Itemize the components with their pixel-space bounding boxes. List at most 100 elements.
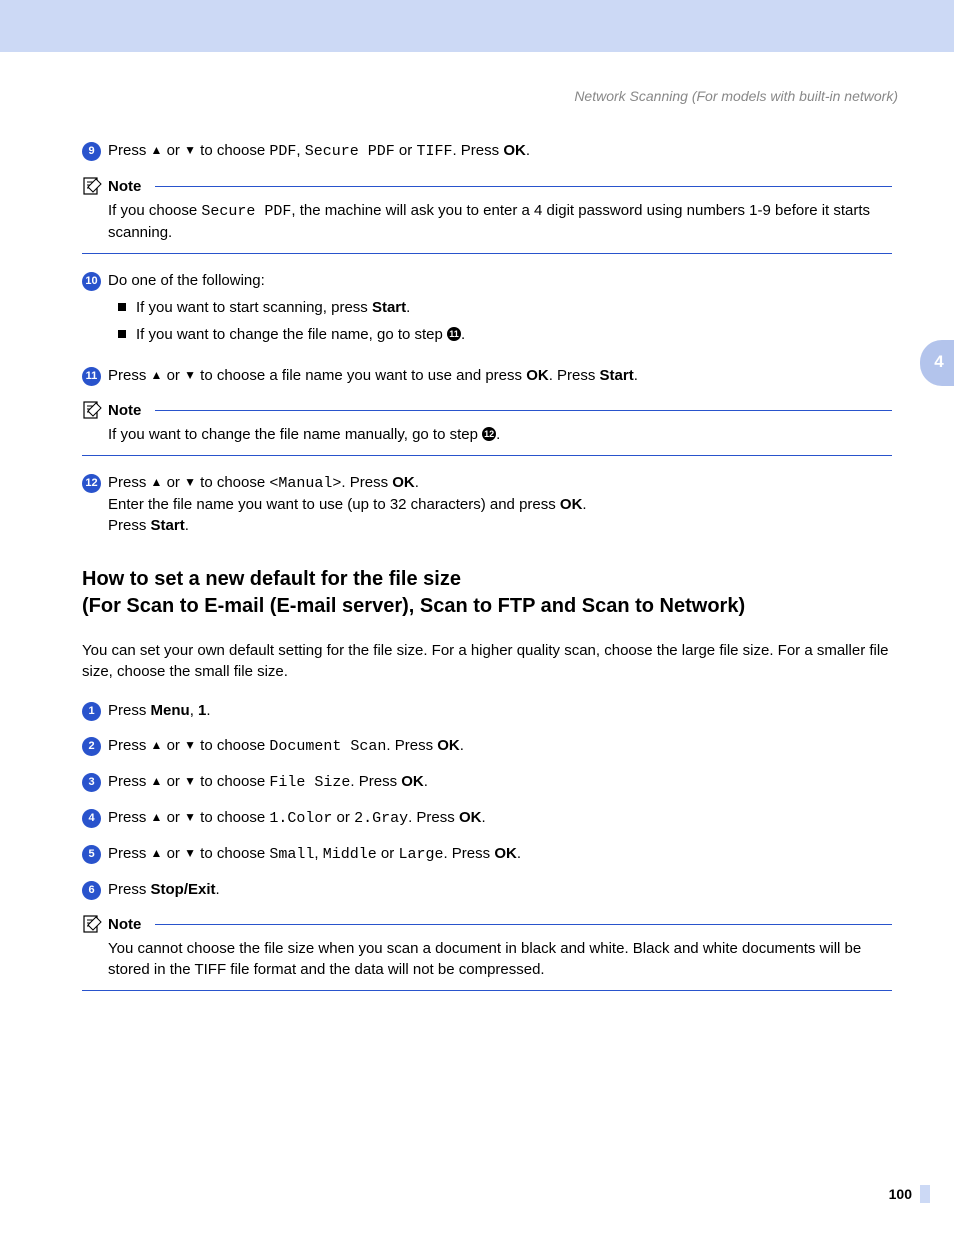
text: . Press — [341, 474, 392, 491]
text: Enter the file name you want to use (up … — [108, 496, 560, 513]
text: . — [424, 773, 428, 790]
note-divider — [155, 186, 892, 187]
text: Press — [108, 702, 151, 719]
step-6-bullet: 6 — [82, 881, 101, 900]
text: , — [296, 142, 304, 159]
key-start: Start — [600, 367, 634, 384]
note-icon — [82, 914, 102, 934]
text: . — [526, 142, 530, 159]
step-2-body: Press ▲ or ▼ to choose Document Scan. Pr… — [108, 735, 892, 757]
note-divider — [82, 990, 892, 991]
text: . — [460, 737, 464, 754]
down-arrow-icon: ▼ — [184, 368, 196, 382]
key-start: Start — [151, 517, 185, 534]
page-number: 100 — [889, 1186, 912, 1202]
up-arrow-icon: ▲ — [151, 846, 163, 860]
step-9-bullet: 9 — [82, 142, 101, 161]
down-arrow-icon: ▼ — [184, 810, 196, 824]
step-4-bullet: 4 — [82, 809, 101, 828]
text: or — [162, 773, 184, 790]
option-2-gray: 2.Gray — [354, 810, 408, 827]
text: , — [314, 845, 322, 862]
chapter-number: 4 — [934, 352, 943, 372]
text: to choose — [196, 737, 269, 754]
running-header: Network Scanning (For models with built-… — [574, 88, 898, 104]
section-intro: You can set your own default setting for… — [82, 640, 892, 682]
text: . — [216, 881, 220, 898]
up-arrow-icon: ▲ — [151, 368, 163, 382]
option-small: Small — [269, 846, 314, 863]
up-arrow-icon: ▲ — [151, 738, 163, 752]
text: Do one of the following: — [108, 270, 892, 291]
text: . — [406, 299, 410, 316]
text: to choose a file name you want to use an… — [196, 367, 526, 384]
step-12-body: Press ▲ or ▼ to choose <Manual>. Press O… — [108, 472, 892, 536]
text: or — [162, 474, 184, 491]
step-9: 9 Press ▲ or ▼ to choose PDF, Secure PDF… — [82, 140, 892, 162]
text: to choose — [196, 142, 269, 159]
text: . — [634, 367, 638, 384]
text: . — [206, 702, 210, 719]
key-ok: OK — [494, 845, 517, 862]
option-1-color: 1.Color — [269, 810, 332, 827]
down-arrow-icon: ▼ — [184, 774, 196, 788]
option-middle: Middle — [323, 846, 377, 863]
text: Press — [108, 474, 151, 491]
text: to choose — [196, 845, 269, 862]
text: . Press — [549, 367, 600, 384]
chapter-tab: 4 — [920, 340, 954, 386]
step-2-bullet: 2 — [82, 737, 101, 756]
heading-line-2: (For Scan to E-mail (E-mail server), Sca… — [82, 595, 745, 617]
step-5-bullet: 5 — [82, 845, 101, 864]
key-ok: OK — [526, 367, 549, 384]
step-3: 3 Press ▲ or ▼ to choose File Size. Pres… — [82, 771, 892, 793]
step-4-body: Press ▲ or ▼ to choose 1.Color or 2.Gray… — [108, 807, 892, 829]
down-arrow-icon: ▼ — [184, 738, 196, 752]
text: . — [461, 326, 465, 343]
step-5: 5 Press ▲ or ▼ to choose Small, Middle o… — [82, 843, 892, 865]
heading-line-1: How to set a new default for the file si… — [82, 568, 461, 590]
step-3-bullet: 3 — [82, 773, 101, 792]
text: . — [496, 426, 500, 443]
up-arrow-icon: ▲ — [151, 475, 163, 489]
text: . Press — [408, 809, 459, 826]
key-ok: OK — [560, 496, 583, 513]
step-12-bullet: 12 — [82, 474, 101, 493]
down-arrow-icon: ▼ — [184, 846, 196, 860]
page-content: 9 Press ▲ or ▼ to choose PDF, Secure PDF… — [82, 140, 892, 1007]
key-ok: OK — [392, 474, 415, 491]
step-11-bullet: 11 — [82, 367, 101, 386]
step-1-body: Press Menu, 1. — [108, 700, 892, 721]
step-12: 12 Press ▲ or ▼ to choose <Manual>. Pres… — [82, 472, 892, 536]
up-arrow-icon: ▲ — [151, 143, 163, 157]
note-label: Note — [108, 178, 141, 195]
note-2: Note If you want to change the file name… — [82, 400, 892, 456]
option-pdf: PDF — [269, 143, 296, 160]
text: or — [162, 809, 184, 826]
note-label: Note — [108, 916, 141, 933]
option-manual: <Manual> — [269, 475, 341, 492]
step-3-body: Press ▲ or ▼ to choose File Size. Press … — [108, 771, 892, 793]
note-icon — [82, 400, 102, 420]
text: Press — [108, 517, 151, 534]
step-ref-12: 12 — [482, 427, 496, 441]
text: to choose — [196, 773, 269, 790]
text: or — [162, 737, 184, 754]
key-ok: OK — [459, 809, 482, 826]
text: or — [162, 845, 184, 862]
text: . — [415, 474, 419, 491]
text: Press — [108, 773, 151, 790]
key-stop-exit: Stop/Exit — [151, 881, 216, 898]
up-arrow-icon: ▲ — [151, 810, 163, 824]
option-tiff: TIFF — [416, 143, 452, 160]
page-footer: 100 — [889, 1185, 930, 1203]
note-3: Note You cannot choose the file size whe… — [82, 914, 892, 991]
option-document-scan: Document Scan — [269, 738, 386, 755]
option-secure-pdf: Secure PDF — [305, 143, 395, 160]
text: . Press — [350, 773, 401, 790]
text: . — [481, 809, 485, 826]
text: If you want to change the file name manu… — [108, 426, 482, 443]
note-divider — [82, 455, 892, 456]
step-10: 10 Do one of the following: If you want … — [82, 270, 892, 351]
text: . — [582, 496, 586, 513]
